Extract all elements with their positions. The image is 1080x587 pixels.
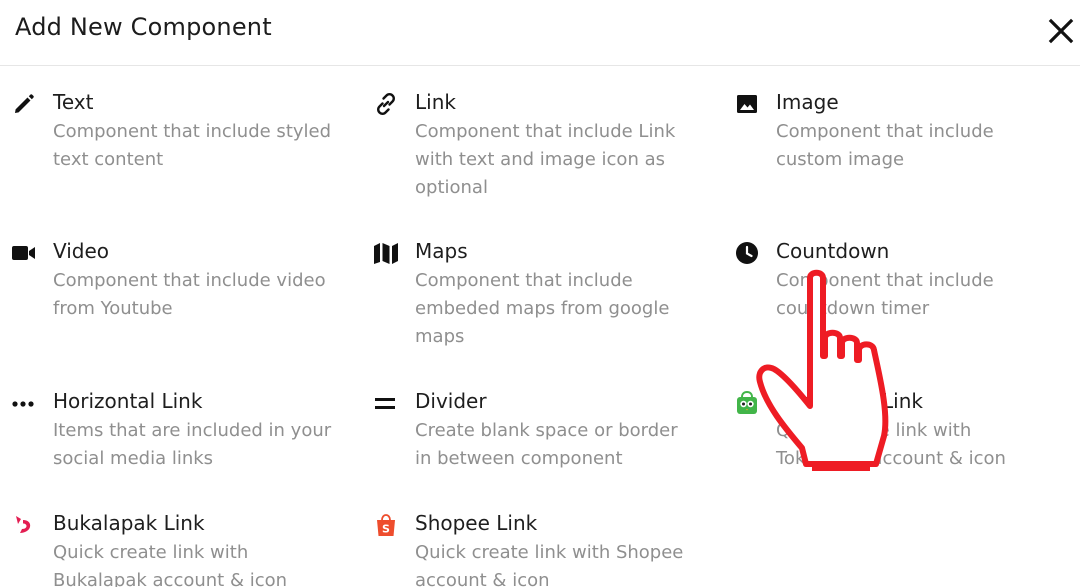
modal-header: Add New Component — [0, 0, 1080, 66]
component-description: Component that include embeded maps from… — [415, 270, 670, 347]
component-description: Items that are included in your social m… — [53, 420, 332, 469]
component-description: Component that include video from Youtub… — [53, 270, 326, 319]
image-icon — [734, 91, 760, 117]
component-description: Quick create link with Bukalapak account… — [53, 542, 288, 587]
close-icon — [1048, 18, 1074, 44]
component-description: Component that include styled text conte… — [53, 121, 332, 170]
component-title: Tokopedia Link — [776, 389, 923, 413]
video-camera-icon — [11, 240, 37, 266]
component-title: Image — [776, 90, 839, 114]
component-title: Shopee Link — [415, 511, 538, 535]
component-description: Quick create link with Shopee account & … — [415, 542, 684, 587]
chain-link-icon — [373, 91, 399, 117]
component-title: Maps — [415, 239, 468, 263]
component-description: Create blank space or border in between … — [415, 420, 678, 469]
component-title: Text — [53, 90, 94, 114]
component-description: Component that include countdown timer — [776, 270, 994, 319]
equals-icon — [373, 390, 399, 416]
component-description: Component that include Link with text an… — [415, 121, 676, 198]
tokopedia-logo-icon — [734, 390, 760, 416]
map-icon — [373, 240, 399, 266]
add-component-modal: Add New Component Text Component that in… — [0, 0, 1080, 587]
component-title: Horizontal Link — [53, 389, 203, 413]
component-title: Divider — [415, 389, 487, 413]
component-title: Video — [53, 239, 110, 263]
bukalapak-logo-icon — [11, 512, 37, 538]
clock-icon — [734, 240, 760, 266]
component-title: Link — [415, 90, 456, 114]
close-button[interactable] — [1045, 15, 1077, 47]
component-description: Component that include custom image — [776, 121, 994, 170]
component-title: Bukalapak Link — [53, 511, 205, 535]
component-description: Quick create link with Tokopedia account… — [776, 420, 1006, 469]
svg-text:S: S — [382, 523, 390, 536]
more-horizontal-icon — [11, 390, 37, 416]
modal-title: Add New Component — [15, 13, 272, 41]
component-title: Countdown — [776, 239, 890, 263]
shopee-logo-icon: S — [373, 512, 399, 538]
pencil-icon — [11, 91, 37, 117]
